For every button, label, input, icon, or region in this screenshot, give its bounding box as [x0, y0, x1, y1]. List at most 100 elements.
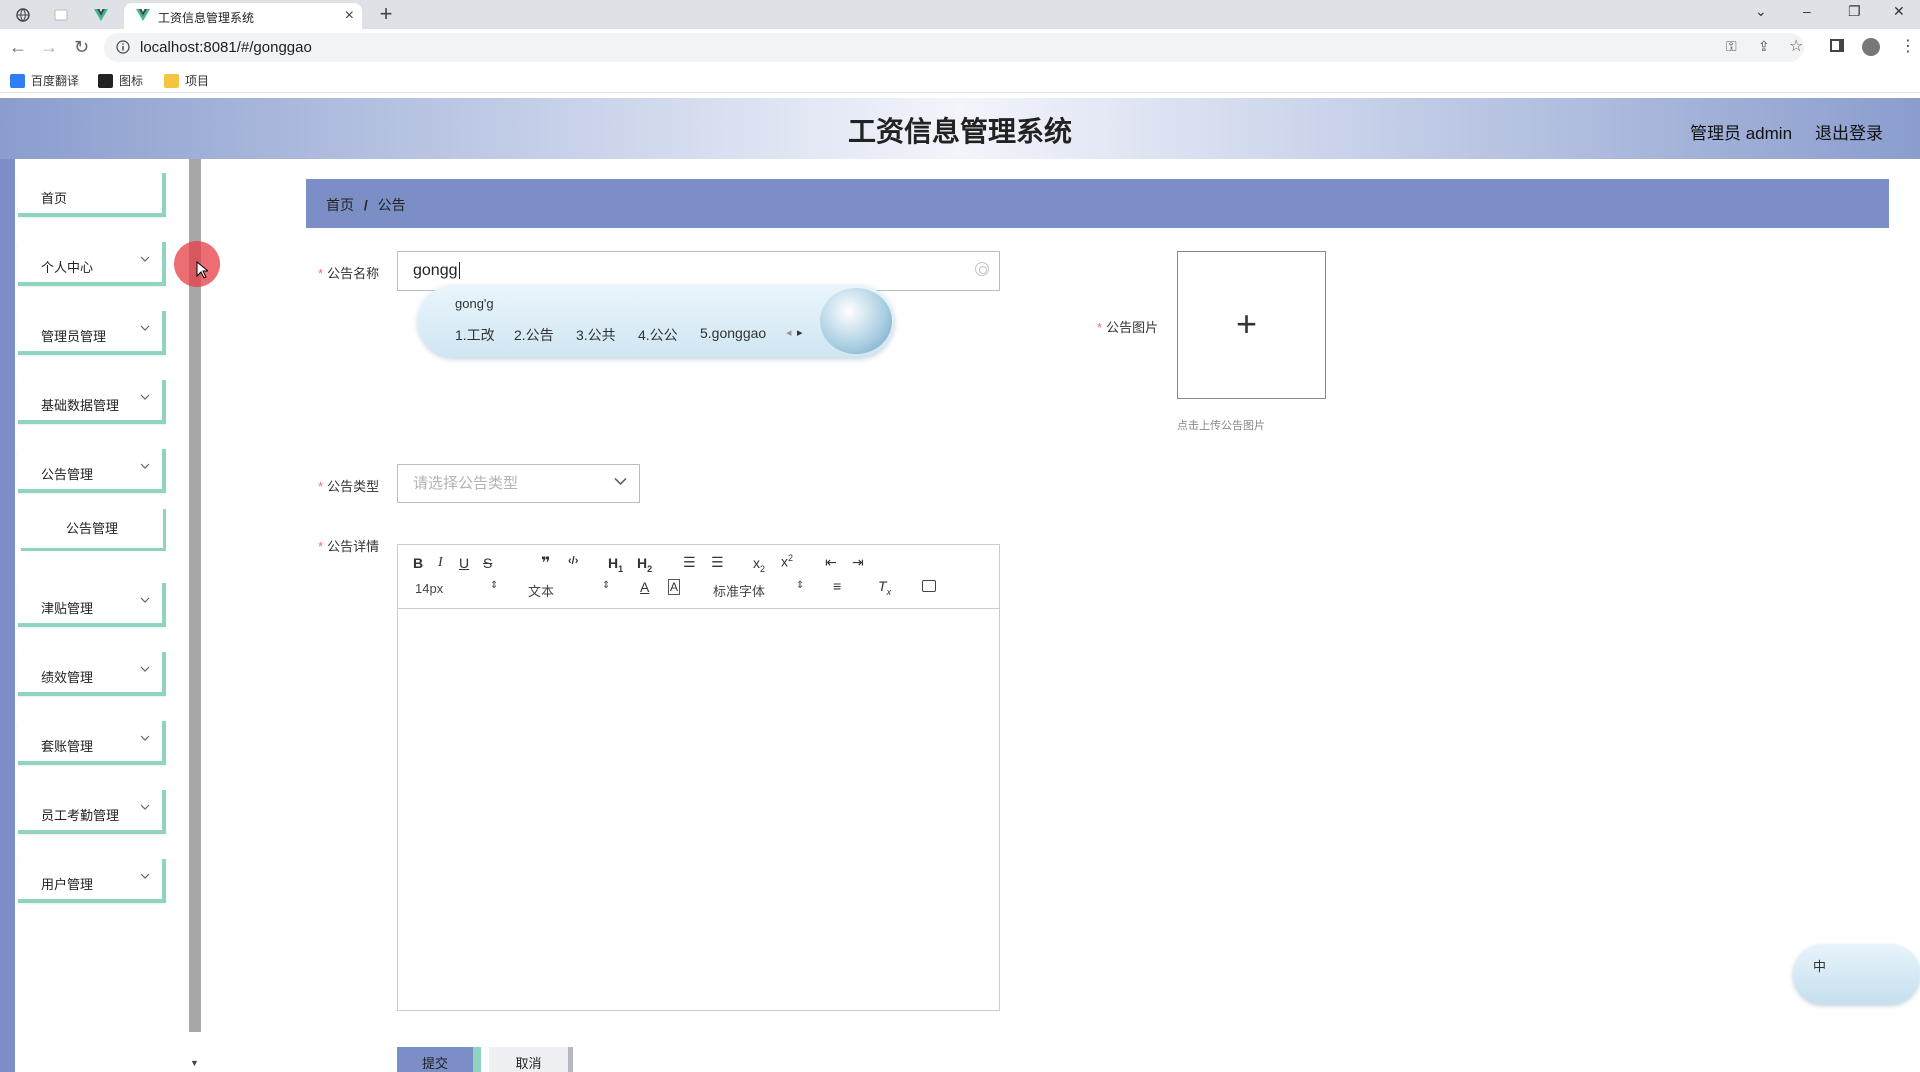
- italic-icon[interactable]: I: [438, 555, 443, 571]
- subscript-icon[interactable]: x2: [753, 555, 765, 574]
- background-color-icon[interactable]: A: [668, 579, 681, 595]
- chevron-down-icon: [140, 873, 150, 879]
- back-icon[interactable]: ←: [9, 37, 27, 58]
- mouse-cursor-icon: [196, 261, 208, 279]
- sidebar-item-personal-center[interactable]: 个人中心: [18, 242, 166, 286]
- vue-icon: [136, 9, 150, 21]
- profile-avatar-icon[interactable]: [1862, 38, 1880, 56]
- close-window-icon[interactable]: ✕: [1893, 3, 1905, 20]
- share-icon[interactable]: ⇪: [1758, 38, 1770, 55]
- sidepanel-icon[interactable]: [1830, 39, 1844, 52]
- chevron-down-icon: [140, 463, 150, 469]
- strike-icon[interactable]: S: [483, 555, 492, 571]
- menu-kebab-icon[interactable]: ⋮: [1900, 36, 1916, 56]
- tab-search-icon[interactable]: ⌄: [1755, 3, 1767, 20]
- scroll-down-icon[interactable]: ▼: [190, 1058, 199, 1068]
- rich-text-editor[interactable]: [397, 544, 1000, 1011]
- ime-mode-indicator: 中: [1813, 959, 1827, 974]
- sidebar-item-admin-management[interactable]: 管理员管理: [18, 311, 166, 355]
- sidebar-item-performance[interactable]: 绩效管理: [18, 652, 166, 696]
- header1-icon[interactable]: H1: [608, 555, 623, 574]
- sidebar-item-home[interactable]: 首页: [18, 173, 166, 217]
- bookmark-baidu-translate[interactable]: 百度翻译: [10, 72, 79, 89]
- code-block-icon[interactable]: ‹/›: [568, 555, 578, 567]
- sidebar-item-attendance[interactable]: 员工考勤管理: [18, 790, 166, 834]
- ime-prev-icon[interactable]: ◂: [786, 326, 792, 339]
- cancel-button[interactable]: 取消: [489, 1047, 573, 1072]
- block-type-select[interactable]: 文本: [528, 581, 554, 600]
- tab-title: 工资信息管理系统: [158, 11, 255, 25]
- bold-icon[interactable]: B: [413, 555, 423, 571]
- ime-candidate[interactable]: 4.公公: [638, 325, 678, 345]
- sidebar-subitem-notice-management[interactable]: 公告管理: [21, 509, 166, 551]
- upload-tip: 点击上传公告图片: [1177, 420, 1265, 432]
- notice-type-select[interactable]: 请选择公告类型: [397, 464, 640, 503]
- image-icon[interactable]: [922, 580, 936, 592]
- notice-image-label: * 公告图片: [1097, 320, 1159, 335]
- tab-close-icon[interactable]: ×: [345, 7, 354, 25]
- chevron-down-icon: [140, 597, 150, 603]
- align-icon[interactable]: ≡: [833, 578, 841, 594]
- breadcrumb: 首页 / 公告: [326, 195, 406, 215]
- minimize-icon[interactable]: –: [1803, 3, 1811, 19]
- chevron-down-icon: [140, 256, 150, 262]
- url-text: localhost:8081/#/gonggao: [140, 39, 312, 56]
- ime-candidate[interactable]: 3.公共: [576, 325, 616, 345]
- tab-globe-icon[interactable]: [8, 2, 38, 28]
- blockquote-icon[interactable]: ❞: [541, 553, 550, 573]
- font-size-select[interactable]: 14px: [415, 581, 443, 596]
- active-tab[interactable]: 工资信息管理系统 ×: [124, 3, 362, 29]
- bookmark-icons[interactable]: 图标: [98, 72, 143, 89]
- tab-blank-icon[interactable]: [46, 2, 76, 28]
- submit-button[interactable]: 提交: [397, 1047, 481, 1072]
- notice-type-label: * 公告类型: [318, 479, 380, 494]
- admin-label: 管理员 admin: [1690, 124, 1793, 143]
- sidebar-item-user-management[interactable]: 用户管理: [18, 859, 166, 903]
- chevron-down-icon: [140, 325, 150, 331]
- sidebar-item-basic-data[interactable]: 基础数据管理: [18, 380, 166, 424]
- font-family-select[interactable]: 标准字体: [713, 581, 765, 600]
- ime-candidate[interactable]: 5.gonggao: [700, 325, 766, 341]
- breadcrumb-separator: /: [363, 197, 368, 213]
- notice-detail-label: * 公告详情: [318, 539, 380, 554]
- outdent-icon[interactable]: ⇤: [825, 554, 837, 571]
- chevron-down-icon: [614, 477, 627, 486]
- block-type-arrows-icon: ⇕: [602, 580, 611, 591]
- reload-icon[interactable]: ↻: [74, 37, 89, 58]
- clear-input-icon[interactable]: [975, 262, 989, 276]
- editor-toolbar: B I U S ❞ ‹/› H1 H2 ☰ ☰ x2 x2 ⇤ ⇥ 14px ⇕…: [398, 545, 999, 609]
- font-family-arrows-icon: ⇕: [796, 580, 805, 591]
- forward-icon[interactable]: →: [40, 37, 58, 58]
- sidebar-item-account-set[interactable]: 套账管理: [18, 721, 166, 765]
- underline-icon[interactable]: U: [459, 555, 469, 571]
- key-icon[interactable]: ⚿: [1726, 38, 1737, 55]
- superscript-icon[interactable]: x2: [781, 553, 793, 570]
- sidebar-scrollbar[interactable]: [189, 159, 201, 1032]
- address-bar[interactable]: [104, 33, 1804, 62]
- star-icon[interactable]: ☆: [1789, 36, 1803, 56]
- chevron-down-icon: [140, 735, 150, 741]
- chevron-down-icon: [140, 804, 150, 810]
- folder-icon: [164, 73, 179, 88]
- text-caret: [458, 262, 460, 279]
- info-icon[interactable]: [116, 40, 130, 54]
- translate-icon: [10, 73, 25, 88]
- clear-format-icon[interactable]: Tx: [878, 578, 891, 597]
- ime-next-icon[interactable]: ▸: [797, 326, 803, 339]
- tab-vue-icon[interactable]: [86, 2, 116, 28]
- restore-icon[interactable]: ❐: [1848, 3, 1861, 20]
- plus-icon: +: [1236, 303, 1258, 344]
- logout-link[interactable]: 退出登录: [1815, 119, 1883, 144]
- sidebar-item-allowance[interactable]: 津贴管理: [18, 583, 166, 627]
- indent-icon[interactable]: ⇥: [852, 554, 864, 571]
- ordered-list-icon[interactable]: ☰: [683, 554, 696, 571]
- font-color-icon[interactable]: A: [640, 579, 649, 595]
- bullet-list-icon[interactable]: ☰: [711, 554, 724, 571]
- new-tab-button[interactable]: +: [373, 1, 399, 27]
- sidebar-item-notice-management[interactable]: 公告管理: [18, 449, 166, 493]
- bookmark-project[interactable]: 项目: [164, 72, 209, 89]
- ime-candidate[interactable]: 1.工改: [455, 325, 495, 345]
- ime-candidate[interactable]: 2.公告: [514, 325, 554, 345]
- breadcrumb-home[interactable]: 首页: [326, 197, 354, 213]
- header2-icon[interactable]: H2: [637, 555, 652, 574]
